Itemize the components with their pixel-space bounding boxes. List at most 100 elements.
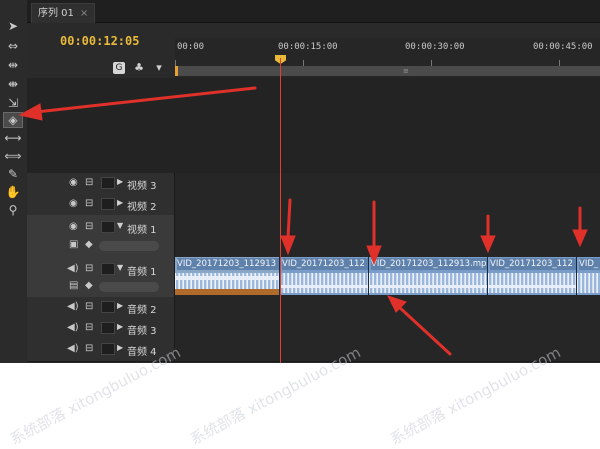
clip-label: VID_20171203_112: [282, 258, 368, 270]
track-lock-toggle[interactable]: [101, 198, 115, 210]
clip[interactable]: VID_20171203_112: [280, 257, 369, 295]
track-lock-toggle[interactable]: [101, 177, 115, 189]
ruler-label: 00:00:30:00: [405, 42, 465, 52]
hand-tool-icon[interactable]: ✋: [3, 184, 23, 200]
track-lock-toggle[interactable]: [101, 263, 115, 275]
timeline-panel: 序列 01 × 00:00:12:05 G ♣ ▾ 00:00 00:00:15…: [27, 0, 600, 363]
zoom-tool-icon[interactable]: ⚲: [3, 202, 23, 218]
sync-lock-icon[interactable]: ⊟: [85, 177, 93, 189]
clip[interactable]: VID_20171203_112913.mp: [369, 257, 488, 295]
expand-triangle-icon[interactable]: ▼: [117, 263, 123, 272]
add-marker-icon[interactable]: ▾: [153, 62, 165, 74]
sync-lock-icon[interactable]: ⊟: [85, 221, 93, 233]
sync-lock-icon[interactable]: ⊟: [85, 263, 93, 275]
track-lock-toggle[interactable]: [101, 343, 115, 355]
sequence-tab[interactable]: 序列 01 ×: [31, 3, 96, 23]
audio-1-lane[interactable]: VID_20171203_112913 VID_20171203_112 VID…: [175, 257, 600, 297]
clip-label: VID_: [579, 258, 600, 270]
clip[interactable]: VID_20171203_112: [488, 257, 577, 295]
keyframe-nav[interactable]: [99, 282, 159, 292]
premiere-timeline-window: ➤ ⇔ ⇹ ⇼ ⇲ ◈ ⟷ ⟺ ✎ ✋ ⚲ 序列 01 × 00:00:12:0…: [0, 0, 600, 363]
clip-label: VID_20171203_112913.mp: [371, 258, 487, 270]
set-marker-icon[interactable]: ♣: [133, 62, 145, 74]
sync-lock-icon[interactable]: ⊟: [85, 301, 93, 313]
speaker-icon[interactable]: ◀): [67, 301, 79, 313]
empty-track-area: [27, 78, 600, 173]
rolling-edit-tool-icon[interactable]: ⇼: [3, 76, 23, 92]
sync-lock-icon[interactable]: ⊟: [85, 343, 93, 355]
work-area-grip-icon: ≡: [403, 67, 409, 75]
collapse-triangle-icon[interactable]: ▶: [117, 343, 123, 352]
ruler-label: 00:00:45:00: [533, 42, 593, 52]
slide-tool-icon[interactable]: ⟺: [3, 148, 23, 164]
track-video-3: ◉ ⊟ ▶ 视频 3: [27, 173, 600, 195]
pen-tool-icon[interactable]: ✎: [3, 166, 23, 182]
track-header-video-2: ◉ ⊟ ▶ 视频 2: [27, 194, 175, 215]
work-area-bar[interactable]: ≡: [175, 66, 600, 76]
playhead-line[interactable]: [280, 58, 281, 363]
clip[interactable]: VID_20171203_112913: [175, 257, 280, 295]
track-video-1: ◉ ⊟ ▼ 视频 1 ▣ ◆: [27, 215, 600, 258]
ripple-edit-tool-icon[interactable]: ⇹: [3, 57, 23, 73]
tools-panel: ➤ ⇔ ⇹ ⇼ ⇲ ◈ ⟷ ⟺ ✎ ✋ ⚲: [0, 0, 28, 363]
clip-label: VID_20171203_112: [490, 258, 576, 270]
timecode-display[interactable]: 00:00:12:05: [60, 34, 139, 48]
waveform: [488, 273, 576, 293]
track-header-video-1: ◉ ⊟ ▼ 视频 1 ▣ ◆: [27, 215, 175, 257]
track-audio-1: ◀) ⊟ ▼ 音频 1 ▤ ◆ VID_20171203_112913 VID_…: [27, 257, 600, 298]
keyframe-icon[interactable]: ◆: [85, 280, 93, 292]
snap-icon[interactable]: G: [113, 62, 125, 74]
keyframe-nav[interactable]: [99, 241, 159, 251]
waveform-band: [175, 276, 279, 280]
eye-icon[interactable]: ◉: [69, 221, 78, 233]
razor-tool-icon[interactable]: ◈: [3, 112, 23, 128]
ruler-label: 00:00:15:00: [278, 42, 338, 52]
track-header-video-3: ◉ ⊟ ▶ 视频 3: [27, 173, 175, 194]
waveform-style-icon[interactable]: ▤: [69, 280, 78, 292]
ruler-label: 00:00: [177, 42, 205, 52]
track-audio-2: ◀) ⊟ ▶ 音频 2: [27, 297, 600, 319]
waveform-band: [280, 285, 368, 288]
sync-lock-icon[interactable]: ⊟: [85, 198, 93, 210]
slip-tool-icon[interactable]: ⟷: [3, 130, 23, 146]
collapse-triangle-icon[interactable]: ▶: [117, 301, 123, 310]
track-lock-toggle[interactable]: [101, 221, 115, 233]
track-video-2: ◉ ⊟ ▶ 视频 2: [27, 194, 600, 216]
rate-stretch-tool-icon[interactable]: ⇲: [3, 95, 23, 111]
sync-lock-icon[interactable]: ⊟: [85, 322, 93, 334]
selection-tool-icon[interactable]: ➤: [3, 18, 23, 34]
track-header-audio-1: ◀) ⊟ ▼ 音频 1 ▤ ◆: [27, 257, 175, 297]
keyframe-icon[interactable]: ◆: [85, 239, 93, 251]
track-lock-toggle[interactable]: [101, 301, 115, 313]
expand-triangle-icon[interactable]: ▼: [117, 221, 123, 230]
collapse-triangle-icon[interactable]: ▶: [117, 177, 123, 186]
track-audio-4: ◀) ⊟ ▶ 音频 4: [27, 339, 600, 362]
close-icon[interactable]: ×: [80, 4, 88, 23]
collapse-triangle-icon[interactable]: ▶: [117, 322, 123, 331]
track-name: 视频 2: [127, 202, 157, 213]
panel-tab-bar: 序列 01 ×: [27, 0, 600, 23]
clip[interactable]: VID_: [577, 257, 600, 295]
speaker-icon[interactable]: ◀): [67, 343, 79, 355]
waveform: [369, 273, 487, 293]
track-select-tool-icon[interactable]: ⇔: [3, 38, 23, 54]
display-style-icon[interactable]: ▣: [69, 239, 78, 251]
track-name: 音频 3: [127, 326, 157, 337]
waveform: [280, 273, 368, 293]
speaker-icon[interactable]: ◀): [67, 322, 79, 334]
waveform-band: [369, 285, 487, 288]
track-header-audio-2: ◀) ⊟ ▶ 音频 2: [27, 297, 175, 318]
eye-icon[interactable]: ◉: [69, 198, 78, 210]
track-name: 视频 3: [127, 181, 157, 192]
collapse-triangle-icon[interactable]: ▶: [117, 198, 123, 207]
work-area-in-handle[interactable]: [175, 66, 178, 76]
track-name: 音频 1: [127, 267, 157, 278]
track-lock-toggle[interactable]: [101, 322, 115, 334]
track-header-audio-3: ◀) ⊟ ▶ 音频 3: [27, 318, 175, 339]
eye-icon[interactable]: ◉: [69, 177, 78, 189]
time-ruler[interactable]: 00:00 00:00:15:00 00:00:30:00 00:00:45:0…: [175, 38, 600, 78]
clip-audio-bar: [175, 289, 279, 295]
track-audio-3: ◀) ⊟ ▶ 音频 3: [27, 318, 600, 340]
speaker-icon[interactable]: ◀): [67, 263, 79, 275]
clip-label: VID_20171203_112913: [177, 258, 279, 270]
